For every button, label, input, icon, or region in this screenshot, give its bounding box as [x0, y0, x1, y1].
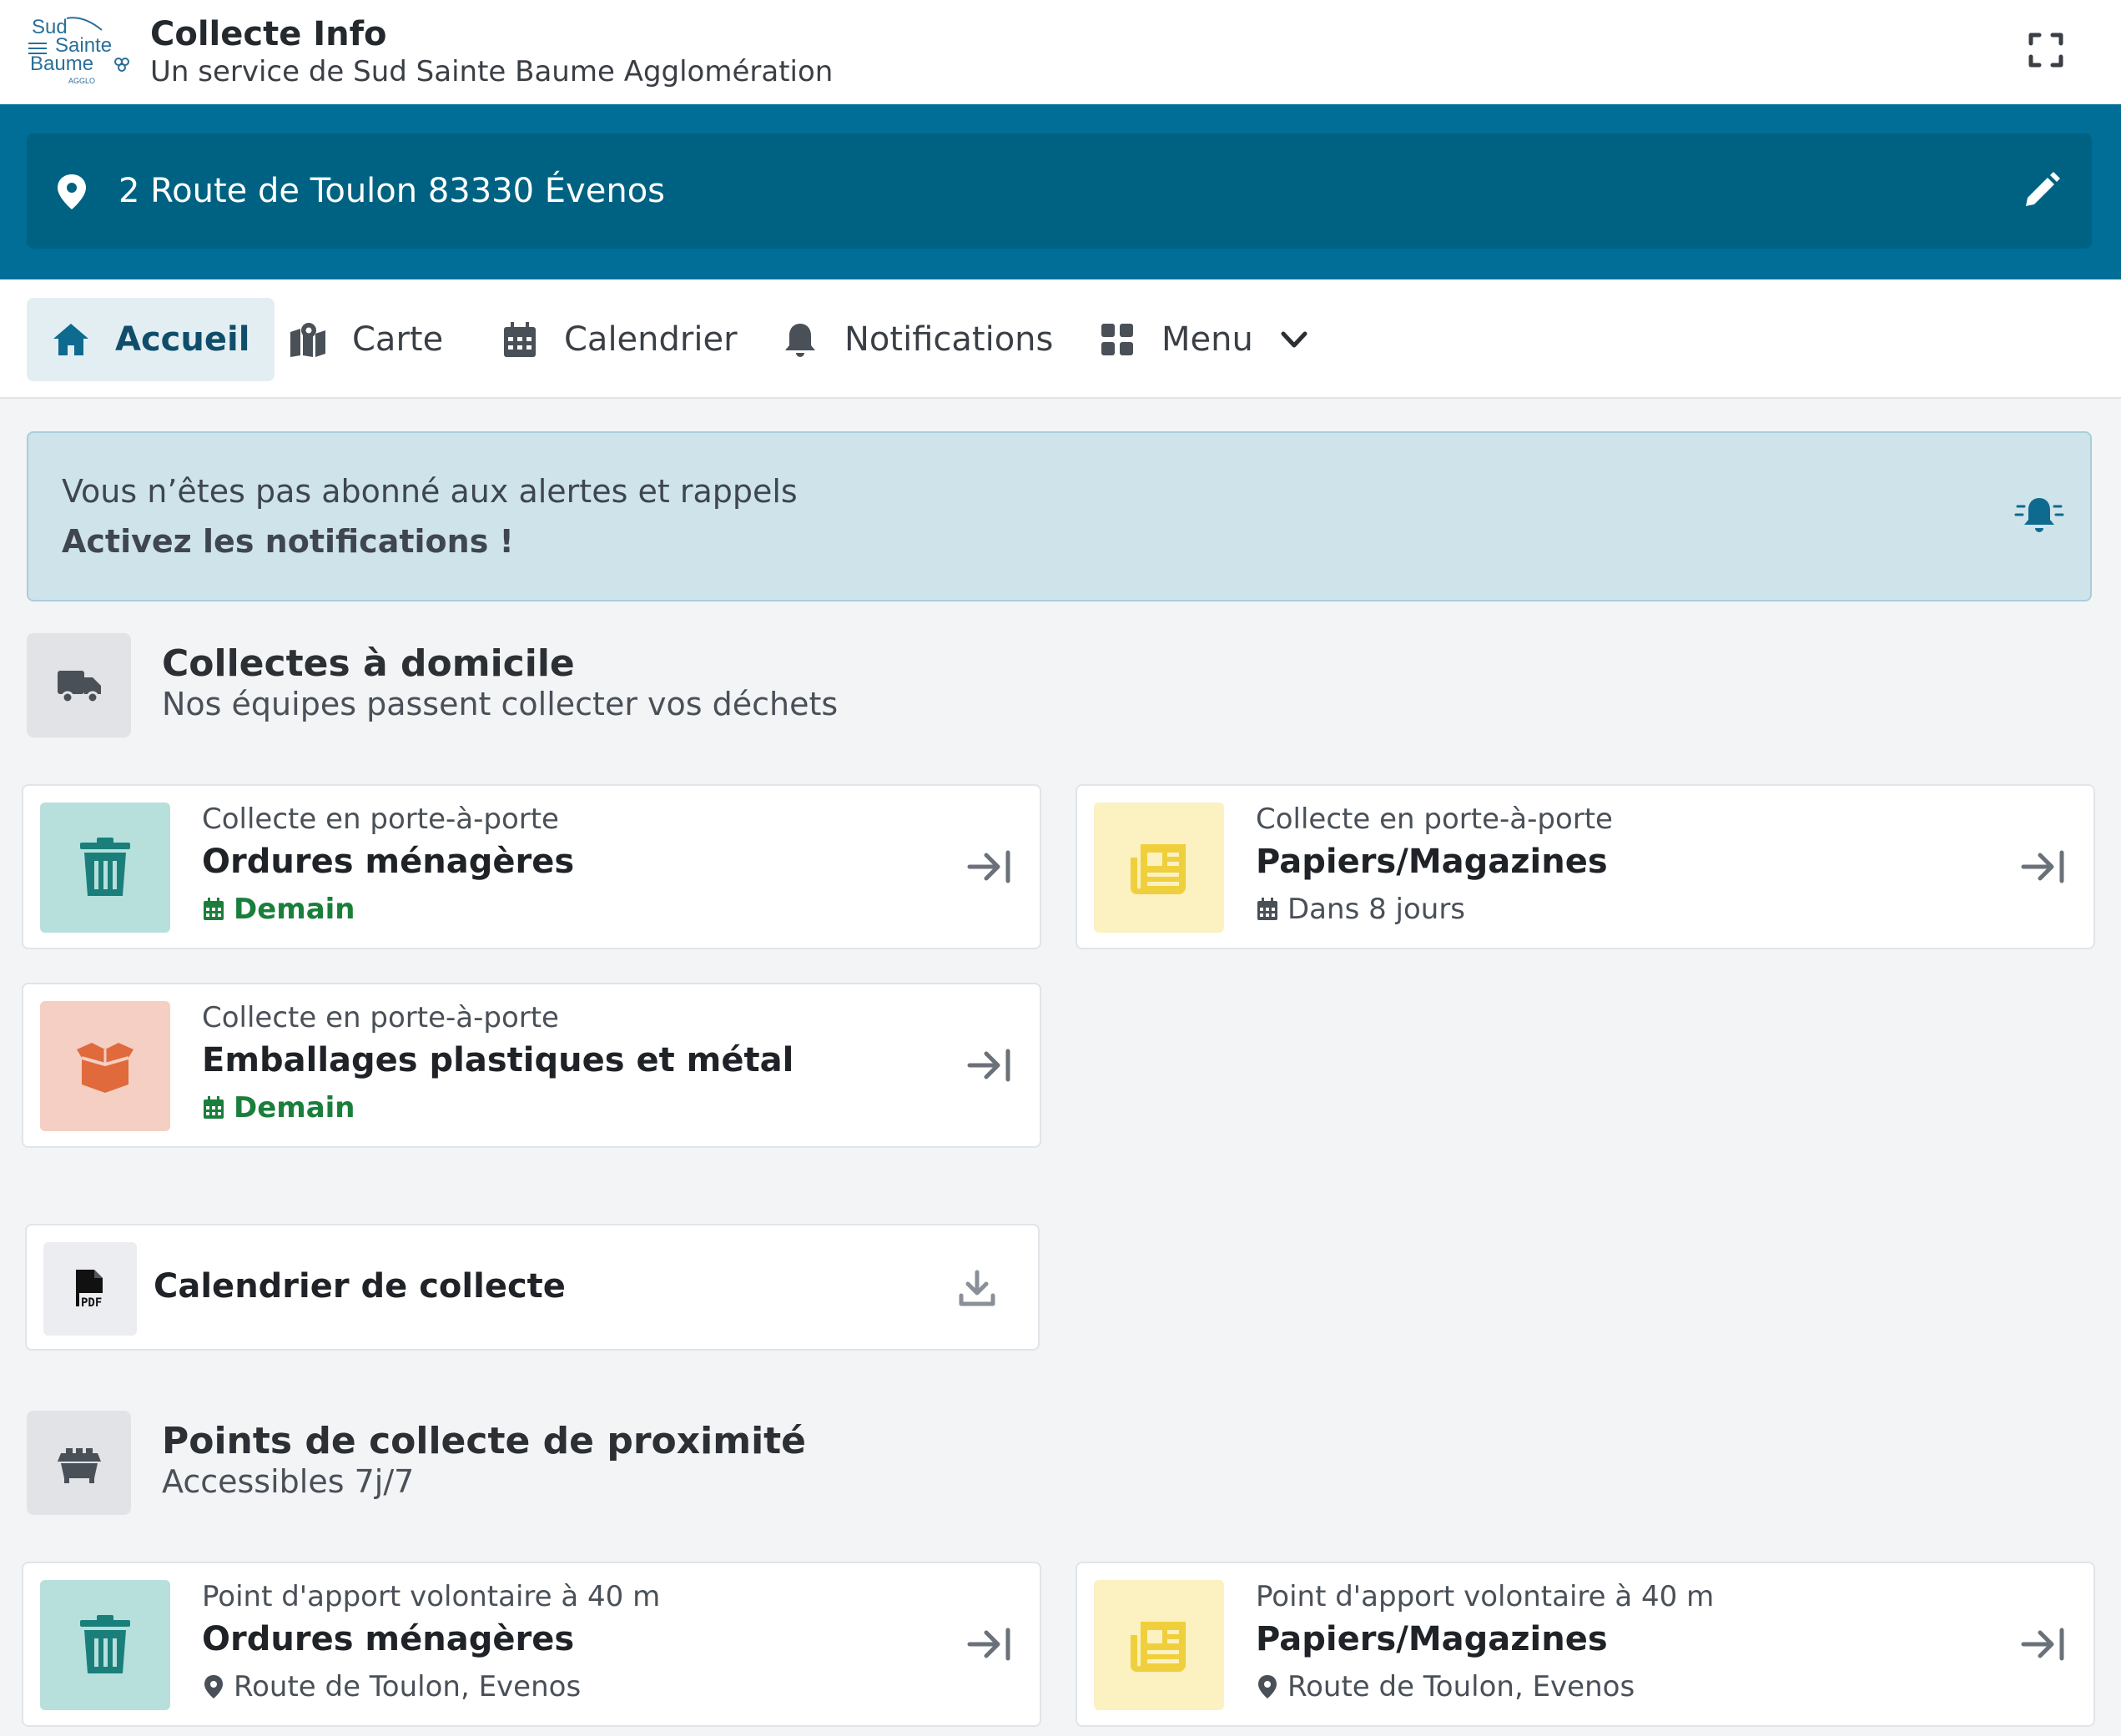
pdf-title: Calendrier de collecte	[154, 1267, 566, 1306]
calendar-icon	[204, 1096, 224, 1119]
app-title: Collecte Info	[150, 15, 387, 53]
truck-section-icon	[27, 633, 131, 737]
nav-label: Menu	[1161, 320, 1253, 359]
card-title: Ordures ménagères	[202, 843, 575, 881]
home-icon	[53, 324, 88, 355]
download-icon[interactable]	[958, 1269, 996, 1307]
section-title: Collectes à domicile	[162, 642, 575, 685]
proximity-card-papiers[interactable]: Point d'apport volontaire à 40 m Papiers…	[1076, 1562, 2095, 1727]
card-kicker: Point d'apport volontaire à 40 m	[1256, 1580, 1715, 1613]
banner-cta[interactable]: Activez les notifications !	[62, 523, 514, 560]
nav-item-carte[interactable]: Carte	[289, 298, 443, 381]
calendar-icon	[504, 322, 536, 357]
collection-card-emballages[interactable]: Collecte en porte-à-porte Emballages pla…	[22, 983, 1041, 1148]
grid-icon	[1101, 324, 1133, 355]
nav-label: Calendrier	[564, 320, 738, 359]
bell-icon	[785, 324, 815, 357]
arrow-right-to-bar-icon[interactable]	[966, 1046, 1013, 1084]
edit-pencil-icon[interactable]	[2021, 171, 2061, 211]
card-icon-box	[1094, 1580, 1224, 1710]
arrow-right-to-bar-icon[interactable]	[2020, 1625, 2067, 1663]
newspaper-icon	[1131, 844, 1186, 894]
calendar-icon	[1257, 898, 1277, 920]
truck-icon	[57, 670, 101, 703]
svg-text:AGGLO: AGGLO	[68, 77, 95, 85]
card-title: Papiers/Magazines	[1256, 843, 1608, 881]
arrow-right-to-bar-icon[interactable]	[2020, 848, 2067, 886]
nav-label: Notifications	[844, 320, 1054, 359]
section-title: Points de collecte de proximité	[162, 1420, 807, 1462]
collection-card-papiers[interactable]: Collecte en porte-à-porte Papiers/Magazi…	[1076, 784, 2095, 949]
location-pin-icon	[58, 174, 86, 209]
chevron-down-icon	[1281, 331, 1307, 348]
card-icon-box	[1094, 803, 1224, 933]
nav-item-menu[interactable]: Menu	[1098, 298, 1310, 381]
card-kicker: Collecte en porte-à-porte	[202, 1001, 559, 1034]
notification-banner[interactable]: Vous n’êtes pas abonné aux alertes et ra…	[27, 431, 2092, 601]
map-icon	[290, 323, 325, 357]
nav-label: Carte	[352, 320, 444, 359]
dumpster-icon	[57, 1447, 101, 1483]
card-location-text: Route de Toulon, Evenos	[1287, 1670, 1635, 1703]
section-subtitle: Nos équipes passent collecter vos déchet…	[162, 686, 839, 722]
main-nav: Accueil Carte Calendrier Notifications M…	[0, 279, 2121, 399]
newspaper-icon	[1131, 1622, 1186, 1672]
section-subtitle: Accessibles 7j/7	[162, 1463, 415, 1500]
collection-card-ordures[interactable]: Collecte en porte-à-porte Ordures ménagè…	[22, 784, 1041, 949]
card-location: Route de Toulon, Evenos	[202, 1670, 581, 1703]
card-date-text: Demain	[234, 1091, 355, 1125]
bell-ringing-icon[interactable]	[2014, 493, 2064, 540]
card-title: Papiers/Magazines	[1256, 1620, 1608, 1658]
fullscreen-icon[interactable]	[2028, 32, 2064, 68]
calendar-pdf-card[interactable]: PDF Calendrier de collecte	[25, 1224, 1040, 1351]
card-icon-box	[40, 1001, 170, 1131]
arrow-right-to-bar-icon[interactable]	[966, 848, 1013, 886]
card-date: Demain	[202, 1091, 355, 1125]
address-band: 2 Route de Toulon 83330 Évenos	[0, 104, 2121, 279]
card-kicker: Point d'apport volontaire à 40 m	[202, 1580, 661, 1613]
card-kicker: Collecte en porte-à-porte	[1256, 803, 1613, 836]
box-icon	[77, 1043, 134, 1093]
address-text: 2 Route de Toulon 83330 Évenos	[118, 172, 665, 210]
card-date-text: Dans 8 jours	[1287, 893, 1466, 926]
sud-sainte-baume-logo: Sud Sainte Baume AGGLO	[28, 16, 129, 85]
nav-item-calendrier[interactable]: Calendrier	[501, 298, 738, 381]
nav-label: Accueil	[115, 320, 250, 359]
trash-icon	[80, 838, 130, 896]
address-selector[interactable]: 2 Route de Toulon 83330 Évenos	[27, 133, 2092, 249]
card-title: Emballages plastiques et métal	[202, 1041, 794, 1079]
trash-icon	[80, 1615, 130, 1673]
nav-item-notifications[interactable]: Notifications	[781, 298, 1053, 381]
location-pin-icon	[1258, 1675, 1277, 1698]
svg-text:PDF: PDF	[81, 1296, 102, 1310]
svg-text:Baume: Baume	[30, 53, 93, 75]
card-icon-box	[40, 803, 170, 933]
card-title: Ordures ménagères	[202, 1620, 575, 1658]
banner-message: Vous n’êtes pas abonné aux alertes et ra…	[62, 473, 798, 510]
card-icon-box	[40, 1580, 170, 1710]
card-location-text: Route de Toulon, Evenos	[234, 1670, 582, 1703]
card-date: Demain	[202, 893, 355, 926]
location-pin-icon	[204, 1675, 223, 1698]
app-header: Sud Sainte Baume AGGLO Collecte Info Un …	[0, 0, 2121, 104]
pdf-icon-box: PDF	[43, 1242, 137, 1336]
app-subtitle: Un service de Sud Sainte Baume Aggloméra…	[150, 55, 834, 88]
card-date: Dans 8 jours	[1256, 893, 1465, 926]
dumpster-section-icon	[27, 1411, 131, 1515]
card-location: Route de Toulon, Evenos	[1256, 1670, 1635, 1703]
nav-item-accueil[interactable]: Accueil	[27, 298, 275, 381]
file-pdf-icon: PDF	[76, 1270, 103, 1310]
card-kicker: Collecte en porte-à-porte	[202, 803, 559, 836]
card-date-text: Demain	[234, 893, 355, 926]
calendar-icon	[204, 898, 224, 920]
arrow-right-to-bar-icon[interactable]	[966, 1625, 1013, 1663]
proximity-card-ordures[interactable]: Point d'apport volontaire à 40 m Ordures…	[22, 1562, 1041, 1727]
